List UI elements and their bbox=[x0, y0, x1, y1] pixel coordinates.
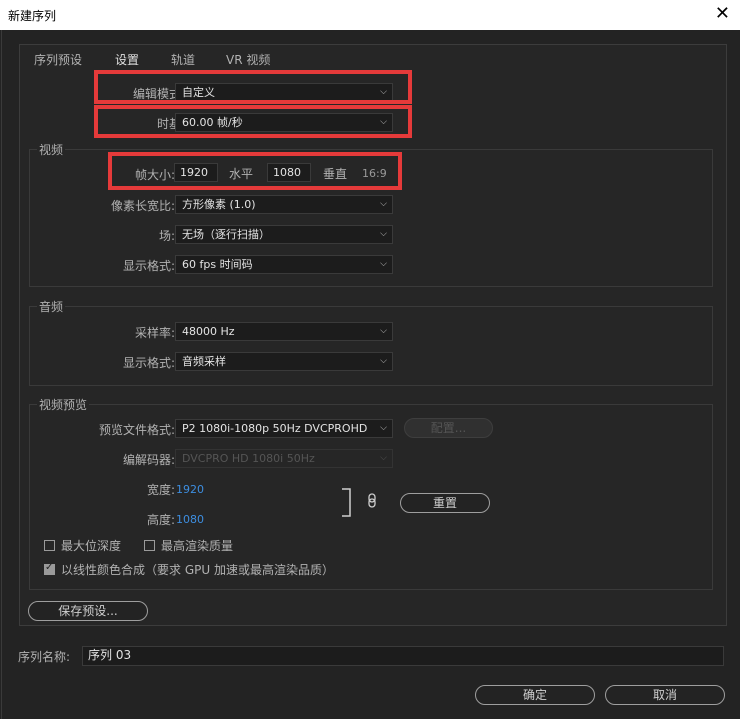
chevron-down-icon: ⌵ bbox=[380, 356, 387, 366]
dialog-body: 序列预设 设置 轨道 VR 视频 编辑模式: 自定义 ⌵ 时基: 60.00 帧/… bbox=[1, 30, 740, 719]
window-title: 新建序列 bbox=[8, 9, 57, 23]
tab-tracks[interactable]: 轨道 bbox=[171, 51, 195, 68]
preview-height-value: 1080 bbox=[176, 513, 204, 526]
highlight-editing-mode bbox=[94, 70, 412, 104]
video-display-format-label: 显示格式: bbox=[122, 259, 175, 273]
chevron-down-icon: ⌵ bbox=[380, 326, 387, 336]
audio-display-format-label: 显示格式: bbox=[122, 356, 175, 370]
preview-file-format-select[interactable]: P2 1080i-1080p 50Hz DVCPROHD ⌵ bbox=[175, 419, 393, 438]
link-icon[interactable] bbox=[366, 493, 378, 509]
chevron-down-icon: ⌵ bbox=[380, 423, 387, 433]
ok-button[interactable]: 确定 bbox=[475, 685, 595, 705]
configure-button[interactable]: 配置... bbox=[404, 418, 493, 438]
save-preset-button[interactable]: 保存预设... bbox=[28, 601, 148, 621]
chevron-down-icon: ⌵ bbox=[380, 229, 387, 239]
max-render-quality-label: 最高渲染质量 bbox=[161, 539, 234, 553]
close-icon[interactable]: ✕ bbox=[715, 3, 730, 24]
tab-vr-video[interactable]: VR 视频 bbox=[226, 51, 270, 68]
preview-width-value: 1920 bbox=[176, 483, 204, 496]
highlight-timebase bbox=[94, 105, 412, 138]
bracket-icon bbox=[342, 488, 351, 517]
highlight-frame-size bbox=[108, 152, 402, 190]
video-preview-group-title: 视频预览 bbox=[37, 396, 90, 413]
cancel-button[interactable]: 取消 bbox=[605, 685, 725, 705]
max-bit-depth-checkbox[interactable] bbox=[44, 540, 55, 551]
codec-label: 编解码器: bbox=[122, 453, 175, 467]
settings-panel: 序列预设 设置 轨道 VR 视频 编辑模式: 自定义 ⌵ 时基: 60.00 帧/… bbox=[19, 44, 727, 626]
tab-sequence-presets[interactable]: 序列预设 bbox=[34, 51, 82, 68]
codec-value: DVCPRO HD 1080i 50Hz bbox=[182, 452, 315, 465]
max-render-quality-checkbox[interactable] bbox=[144, 540, 155, 551]
sequence-name-label: 序列名称: bbox=[18, 650, 71, 664]
linear-color-label: 以线性颜色合成（要求 GPU 加速或最高渲染品质） bbox=[61, 563, 334, 577]
codec-select[interactable]: DVCPRO HD 1080i 50Hz ⌵ bbox=[175, 449, 393, 468]
audio-group bbox=[29, 306, 713, 386]
audio-display-format-value: 音频采样 bbox=[182, 355, 226, 368]
preview-width-label: 宽度: bbox=[146, 483, 175, 497]
tab-settings[interactable]: 设置 bbox=[115, 51, 139, 68]
sample-rate-select[interactable]: 48000 Hz ⌵ bbox=[175, 322, 393, 341]
chevron-down-icon: ⌵ bbox=[380, 259, 387, 269]
audio-group-title: 音频 bbox=[37, 298, 66, 315]
pixel-aspect-label: 像素长宽比: bbox=[110, 199, 175, 213]
reset-button[interactable]: 重置 bbox=[400, 493, 490, 513]
sample-rate-value: 48000 Hz bbox=[182, 325, 235, 338]
linear-color-checkbox[interactable] bbox=[44, 562, 55, 575]
video-display-format-select[interactable]: 60 fps 时间码 ⌵ bbox=[175, 255, 393, 274]
fields-value: 无场（逐行扫描） bbox=[182, 228, 270, 241]
audio-display-format-select[interactable]: 音频采样 ⌵ bbox=[175, 352, 393, 371]
fields-label: 场: bbox=[158, 229, 175, 243]
pixel-aspect-value: 方形像素 (1.0) bbox=[182, 198, 256, 211]
sample-rate-label: 采样率: bbox=[134, 326, 175, 340]
max-bit-depth-label: 最大位深度 bbox=[61, 539, 122, 553]
title-bar: 新建序列 ✕ bbox=[0, 0, 740, 30]
video-group-title: 视频 bbox=[37, 141, 66, 158]
pixel-aspect-select[interactable]: 方形像素 (1.0) ⌵ bbox=[175, 195, 393, 214]
sequence-name-input[interactable]: 序列 03 bbox=[82, 646, 724, 666]
chevron-down-icon: ⌵ bbox=[380, 453, 387, 463]
preview-file-format-value: P2 1080i-1080p 50Hz DVCPROHD bbox=[182, 422, 368, 435]
video-display-format-value: 60 fps 时间码 bbox=[182, 258, 253, 271]
chevron-down-icon: ⌵ bbox=[380, 199, 387, 209]
fields-select[interactable]: 无场（逐行扫描） ⌵ bbox=[175, 225, 393, 244]
preview-file-format-label: 预览文件格式: bbox=[98, 423, 175, 437]
preview-height-label: 高度: bbox=[146, 513, 175, 527]
